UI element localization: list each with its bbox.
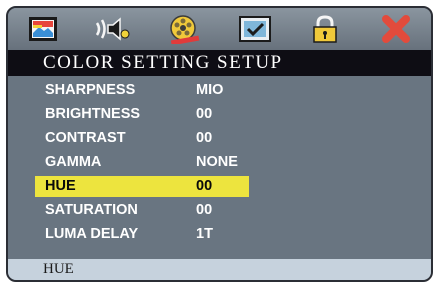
lock-icon[interactable] <box>306 14 344 44</box>
picture-icon[interactable] <box>24 14 62 44</box>
menu-item-label: BRIGHTNESS <box>45 106 141 122</box>
menu-item-label: HUE <box>45 178 76 194</box>
menu-item-luma-delay[interactable]: LUMA DELAY 1T <box>35 224 249 245</box>
film-reel-icon[interactable] <box>165 14 203 44</box>
menu-item-value: 1T <box>196 226 213 242</box>
menu-item-label: CONTRAST <box>45 130 126 146</box>
menu-item-value: 00 <box>196 202 213 218</box>
menu-item-brightness[interactable]: BRIGHTNESS 00 <box>35 104 249 125</box>
menu-item-label: GAMMA <box>45 154 102 170</box>
menu-item-value: 00 <box>196 106 213 122</box>
menu-item-contrast[interactable]: CONTRAST 00 <box>35 128 249 149</box>
menu-item-value: NONE <box>196 154 238 170</box>
page-title: COLOR SETTING SETUP <box>8 50 431 76</box>
menu-item-sharpness[interactable]: SHARPNESS MIO <box>35 80 249 101</box>
menu-item-saturation[interactable]: SATURATION 00 <box>35 200 249 221</box>
menu-item-label: SHARPNESS <box>45 82 136 98</box>
settings-toolbar <box>8 8 431 50</box>
menu-item-gamma[interactable]: GAMMA NONE <box>35 152 249 173</box>
checkbox-icon[interactable] <box>236 14 274 44</box>
osd-window: COLOR SETTING SETUP SHARPNESS MIO BRIGHT… <box>6 6 433 282</box>
menu-item-value: 00 <box>196 178 213 194</box>
menu-item-label: LUMA DELAY <box>45 226 139 242</box>
close-icon[interactable] <box>377 14 415 44</box>
status-bar: HUE <box>8 259 431 280</box>
menu-item-value: 00 <box>196 130 213 146</box>
menu-item-hue[interactable]: HUE 00 <box>35 176 249 197</box>
speaker-icon[interactable] <box>95 14 133 44</box>
menu-item-label: SATURATION <box>45 202 138 218</box>
menu-item-value: MIO <box>196 82 224 98</box>
